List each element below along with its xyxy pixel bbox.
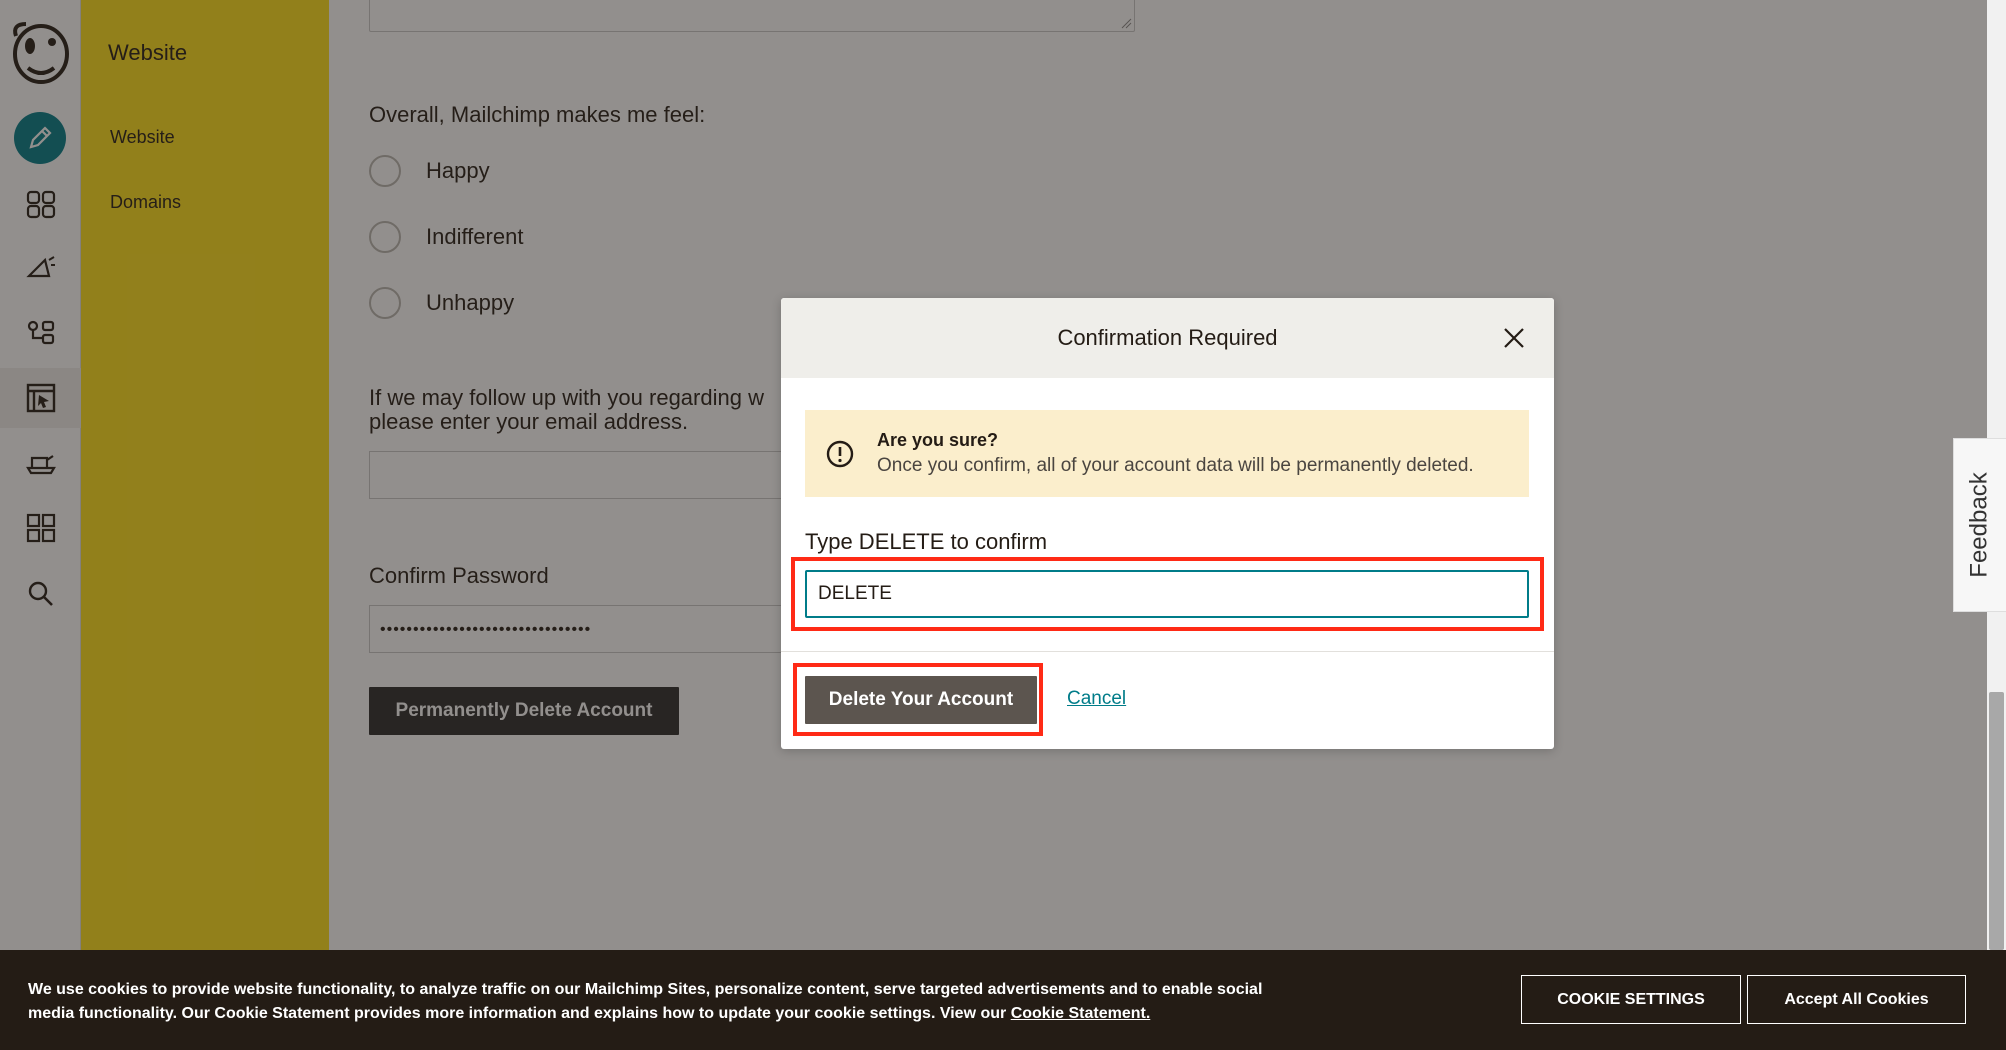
exclamation-circle-icon xyxy=(826,440,854,467)
cookie-banner: We use cookies to provide website functi… xyxy=(0,950,2006,1050)
accept-cookies-button[interactable]: Accept All Cookies xyxy=(1747,975,1966,1024)
modal-header: Confirmation Required xyxy=(781,298,1554,378)
cookie-settings-button[interactable]: COOKIE SETTINGS xyxy=(1521,975,1741,1024)
type-delete-label: Type DELETE to confirm xyxy=(805,529,1048,554)
modal-title: Confirmation Required xyxy=(1057,325,1278,350)
cancel-link[interactable]: Cancel xyxy=(1067,688,1126,710)
alert-title: Are you sure? xyxy=(877,430,999,450)
close-icon[interactable] xyxy=(1500,324,1528,352)
feedback-label: Feedback xyxy=(1966,472,1993,578)
scrollbar-thumb[interactable] xyxy=(1989,692,2004,950)
highlight-box-input xyxy=(791,557,1544,631)
feedback-tab[interactable]: Feedback xyxy=(1953,438,2006,612)
confirmation-modal: Confirmation Required Are you sure? Once… xyxy=(781,298,1554,749)
cookie-text: We use cookies to provide website functi… xyxy=(28,978,1308,1026)
warning-alert: Are you sure? Once you confirm, all of y… xyxy=(805,410,1529,497)
cookie-statement-link[interactable]: Cookie Statement. xyxy=(1011,1005,1151,1022)
alert-body: Once you confirm, all of your account da… xyxy=(877,455,1474,476)
modal-divider xyxy=(781,651,1554,652)
highlight-box-button xyxy=(793,663,1043,736)
alert-text: Are you sure? Once you confirm, all of y… xyxy=(877,430,1474,477)
